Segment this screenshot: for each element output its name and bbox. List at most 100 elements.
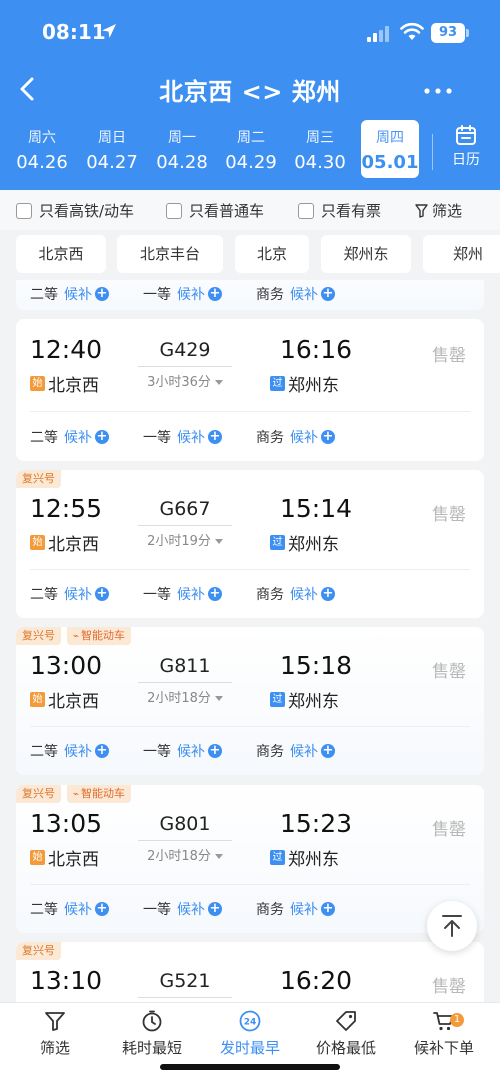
bottom-label: 价格最低 [315,1039,376,1057]
header: 08:11 93 北京西 <> 郑州 周六 04.26 周日 04.27 周一 … [0,0,500,190]
date-weekday: 周一 [168,130,196,146]
seat-first-class[interactable]: 一等 候补 + [143,899,222,919]
clock-24-text: 24 [244,1018,257,1028]
plus-icon: + [95,586,109,601]
train-tags: 复兴号 [16,942,67,960]
seat-second-class[interactable]: 二等 候补 + [30,284,109,304]
date-tab-0430[interactable]: 周三 04.30 [288,120,352,178]
seat-status: 候补 [290,430,318,446]
station-name: 北京西 [48,692,99,712]
clock-24-icon: 24 [239,1010,261,1032]
start-badge: 始 [30,376,45,391]
departure-time: 13:05 [30,809,103,838]
station-chip-beijingxi[interactable]: 北京西 [16,235,106,273]
train-number: G429 [159,339,211,361]
departure-station: 始北京西 [30,687,99,712]
filter-button[interactable]: 筛选 [415,200,462,221]
station-name: 郑州东 [288,535,339,555]
duration[interactable]: 2小时18分 [138,845,232,864]
station-chips: 北京西 北京丰台 北京 郑州东 郑州 [0,230,500,280]
station-chip-beijing[interactable]: 北京 [235,235,309,273]
calendar-icon [456,125,476,145]
plus-icon: + [95,286,109,301]
home-indicator [160,1064,340,1070]
arrival-time: 16:20 [280,966,353,995]
more-icon[interactable] [424,88,452,94]
date-selector: 周六 04.26 周日 04.27 周一 04.28 周二 04.29 周三 0… [0,120,430,180]
pass-badge: 过 [270,535,285,550]
station-chip-zhengzhou[interactable]: 郑州 [423,235,500,273]
calendar-button[interactable]: 日历 [445,124,487,169]
departure-station: 始北京西 [30,371,99,396]
waitlist-order-button[interactable]: 1 候补下单 [394,1009,494,1058]
high-speed-checkbox[interactable]: 只看高铁/动车 [16,200,134,221]
seat-business-class[interactable]: 商务 候补 + [256,284,335,304]
sort-shortest-button[interactable]: 耗时最短 [102,1009,202,1058]
train-line [138,682,232,683]
bottom-filter-button[interactable]: 筛选 [5,1009,105,1058]
seat-status: 候补 [290,744,318,760]
seat-status: 候补 [64,430,92,446]
seat-name: 商务 [256,287,284,303]
wifi-icon [400,22,424,40]
arrival-station: 过郑州东 [270,530,339,555]
train-card-g521[interactable]: 复兴号 13:10 G521 16:20 售罄 [16,942,484,1002]
seat-status: 候补 [64,744,92,760]
seat-business-class[interactable]: 商务 候补 + [256,741,335,761]
available-checkbox[interactable]: 只看有票 [298,200,381,221]
station-chip-beijingfengtai[interactable]: 北京丰台 [117,235,223,273]
sort-cheapest-button[interactable]: 价格最低 [296,1009,396,1058]
train-card-g801[interactable]: 复兴号智能动车 13:05 G801 2小时18分 15:23 售罄 始北京西 … [16,785,484,933]
seat-status: 候补 [64,587,92,603]
scroll-to-top-button[interactable] [427,901,477,951]
date-weekday: 周三 [306,130,334,146]
plus-icon: + [95,429,109,444]
train-line [138,366,232,367]
seat-business-class[interactable]: 商务 候补 + [256,427,335,447]
divider [30,411,470,412]
plus-icon: + [321,429,335,444]
seat-second-class[interactable]: 二等 候补 + [30,741,109,761]
seat-business-class[interactable]: 商务 候补 + [256,899,335,919]
plus-icon: + [95,743,109,758]
train-card-g811[interactable]: 复兴号智能动车 13:00 G811 2小时18分 15:18 售罄 始北京西 … [16,627,484,775]
seat-first-class[interactable]: 一等 候补 + [143,584,222,604]
plus-icon: + [321,286,335,301]
date-tab-0429[interactable]: 周二 04.29 [219,120,283,178]
duration[interactable]: 2小时19分 [138,530,232,549]
seat-first-class[interactable]: 一等 候补 + [143,284,222,304]
seat-first-class[interactable]: 一等 候补 + [143,741,222,761]
date-tab-0426[interactable]: 周六 04.26 [10,120,74,178]
normal-train-checkbox[interactable]: 只看普通车 [166,200,264,221]
seat-second-class[interactable]: 二等 候补 + [30,899,109,919]
arrival-station: 过郑州东 [270,687,339,712]
duration[interactable]: 3小时36分 [138,371,232,390]
pass-badge: 过 [270,376,285,391]
seat-first-class[interactable]: 一等 候补 + [143,427,222,447]
duration[interactable]: 2小时18分 [138,687,232,706]
train-card-partial[interactable]: 二等 候补 + 一等 候补 + 商务 候补 + [16,280,484,310]
date-value: 04.28 [156,152,208,173]
date-value: 04.27 [86,152,138,173]
date-tab-0427[interactable]: 周日 04.27 [80,120,144,178]
train-card-g429[interactable]: 12:40 G429 3小时36分 16:16 售罄 始北京西 过郑州东 二等候… [16,319,484,461]
seat-business-class[interactable]: 商务 候补 + [256,584,335,604]
seat-second-class[interactable]: 二等 候补 + [30,584,109,604]
train-card-g667[interactable]: 复兴号 12:55 G667 2小时19分 15:14 售罄 始北京西 过郑州东… [16,470,484,618]
seat-name: 一等 [143,744,171,760]
calendar-label: 日历 [452,152,480,168]
sold-out-label: 售罄 [432,977,466,997]
start-badge: 始 [30,535,45,550]
seat-second-class[interactable]: 二等 候补 + [30,427,109,447]
seat-status: 候补 [290,587,318,603]
sold-out-label: 售罄 [432,346,466,366]
plus-icon: + [321,586,335,601]
station-name: 北京西 [48,535,99,555]
date-tab-0501[interactable]: 周四 05.01 [361,120,419,178]
station-name: 郑州东 [288,692,339,712]
date-tab-0428[interactable]: 周一 04.28 [150,120,214,178]
plus-icon: + [208,286,222,301]
checkbox-label: 只看有票 [321,202,382,220]
sort-earliest-button[interactable]: 24 发时最早 [200,1009,300,1058]
station-chip-zhengzhoudong[interactable]: 郑州东 [321,235,411,273]
